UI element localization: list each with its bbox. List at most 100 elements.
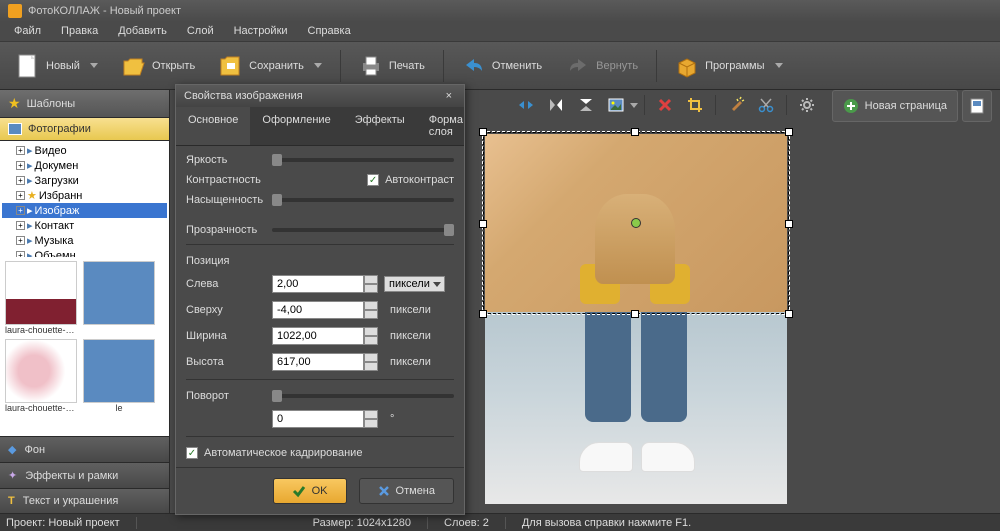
canvas[interactable] — [465, 122, 994, 511]
left-input[interactable] — [272, 275, 364, 293]
position-section-label: Позиция — [186, 255, 454, 267]
save-button[interactable]: Сохранить — [209, 47, 332, 85]
title-bar: ФотоКОЛЛАЖ - Новый проект — [0, 0, 1000, 22]
spin-up[interactable]: ▲ — [364, 275, 378, 284]
image-properties-dialog: Свойства изображения × Основное Оформлен… — [175, 84, 465, 515]
resize-handle[interactable] — [479, 220, 487, 228]
thumb-item[interactable] — [82, 261, 156, 335]
flip-h-button[interactable] — [542, 92, 570, 118]
cut-button[interactable] — [752, 92, 780, 118]
resize-handle[interactable] — [479, 310, 487, 318]
dialog-tabs: Основное Оформление Эффекты Форма слоя — [176, 107, 464, 146]
rotation-slider[interactable] — [272, 394, 454, 398]
menu-file[interactable]: Файл — [4, 22, 51, 41]
opacity-slider[interactable] — [272, 228, 454, 232]
spin-down[interactable]: ▼ — [364, 419, 378, 428]
tab-bg[interactable]: ◆Фон — [0, 436, 169, 462]
settings-button[interactable] — [793, 92, 821, 118]
autocontrast-checkbox[interactable]: ✓Автоконтраст — [367, 174, 454, 186]
arrows-icon — [517, 96, 535, 114]
tab-shape[interactable]: Форма слоя — [417, 107, 475, 145]
tab-fx[interactable]: ✦Эффекты и рамки — [0, 462, 169, 488]
spin-up[interactable]: ▲ — [364, 301, 378, 310]
folder-open-icon — [122, 53, 146, 79]
spin-up[interactable]: ▲ — [364, 327, 378, 336]
top-input[interactable] — [272, 301, 364, 319]
resize-handle[interactable] — [631, 128, 639, 136]
undo-icon — [462, 53, 486, 79]
resize-handle[interactable] — [785, 310, 793, 318]
delete-button[interactable] — [651, 92, 679, 118]
menu-help[interactable]: Справка — [298, 22, 361, 41]
picture-button[interactable] — [602, 92, 630, 118]
redo-icon — [566, 53, 590, 79]
rotate-handle[interactable] — [631, 218, 641, 228]
menu-layer[interactable]: Слой — [177, 22, 224, 41]
menu-settings[interactable]: Настройки — [224, 22, 298, 41]
wand-button[interactable] — [722, 92, 750, 118]
new-button[interactable]: Новый — [6, 47, 108, 85]
spin-down[interactable]: ▼ — [364, 284, 378, 293]
spin-up[interactable]: ▲ — [364, 353, 378, 362]
resize-handle[interactable] — [479, 128, 487, 136]
resize-handle[interactable] — [785, 220, 793, 228]
spin-up[interactable]: ▲ — [364, 410, 378, 419]
scissors-icon — [757, 96, 775, 114]
tab-effects[interactable]: Эффекты — [343, 107, 417, 145]
rotation-input[interactable] — [272, 410, 364, 428]
tab-design[interactable]: Оформление — [250, 107, 342, 145]
spin-down[interactable]: ▼ — [364, 336, 378, 345]
spin-down[interactable]: ▼ — [364, 310, 378, 319]
photo-icon — [8, 123, 22, 135]
status-size: Размер: 1024x1280 — [313, 517, 428, 529]
crop-button[interactable] — [681, 92, 709, 118]
height-input[interactable] — [272, 353, 364, 371]
autocrop-checkbox[interactable]: ✓Автоматическое кадрирование — [186, 447, 454, 459]
cancel-button[interactable]: Отмена — [359, 478, 454, 504]
tab-main[interactable]: Основное — [176, 107, 250, 145]
resize-handle[interactable] — [785, 128, 793, 136]
thumb-item[interactable]: laura-chouette-KA... — [4, 261, 78, 335]
delete-icon — [657, 97, 673, 113]
brightness-slider[interactable] — [272, 158, 454, 162]
window-title: ФотоКОЛЛАЖ - Новый проект — [28, 5, 181, 17]
tree-item: +▸Докумен — [2, 158, 167, 173]
redo-button[interactable]: Вернуть — [556, 47, 648, 85]
status-project: Проект: Новый проект — [6, 517, 137, 529]
programs-button[interactable]: Программы — [665, 47, 792, 85]
close-icon[interactable]: × — [442, 90, 456, 102]
menu-edit[interactable]: Правка — [51, 22, 108, 41]
width-input[interactable] — [272, 327, 364, 345]
undo-button[interactable]: Отменить — [452, 47, 552, 85]
menu-add[interactable]: Добавить — [108, 22, 177, 41]
folder-tree[interactable]: +▸Видео +▸Докумен +▸Загрузки +★Избранн +… — [0, 141, 169, 257]
unit-select[interactable]: пиксели — [384, 276, 445, 292]
tree-item: +▸Видео — [2, 143, 167, 158]
thumb-item[interactable]: le — [82, 339, 156, 413]
flip-v-button[interactable] — [572, 92, 600, 118]
brightness-label: Яркость — [186, 154, 266, 166]
saturation-label: Насыщенность — [186, 194, 266, 206]
tree-item: +▸Контакт — [2, 218, 167, 233]
page-icon — [969, 97, 985, 115]
dialog-titlebar[interactable]: Свойства изображения × — [176, 85, 464, 107]
tree-item-selected: +▸Изображ — [2, 203, 167, 218]
edit-toolbar — [512, 90, 851, 120]
dropdown-icon[interactable] — [630, 103, 638, 108]
zoom-fit-button[interactable] — [512, 92, 540, 118]
crop-icon — [686, 96, 704, 114]
spin-down[interactable]: ▼ — [364, 362, 378, 371]
thumb-item[interactable]: laura-chouette-... K... — [4, 339, 78, 413]
photos-tab[interactable]: Фотографии — [0, 118, 169, 141]
templates-header[interactable]: Шаблоны — [0, 90, 169, 118]
print-button[interactable]: Печать — [349, 47, 435, 85]
open-button[interactable]: Открыть — [112, 47, 205, 85]
dropdown-icon — [90, 63, 98, 68]
page-icon-button[interactable] — [962, 90, 992, 122]
ok-button[interactable]: OK — [273, 478, 347, 504]
saturation-slider[interactable] — [272, 198, 454, 202]
tab-text[interactable]: TТекст и украшения — [0, 488, 169, 513]
save-icon — [219, 53, 243, 79]
new-page-button[interactable]: Новая страница — [832, 90, 958, 122]
resize-handle[interactable] — [631, 310, 639, 318]
